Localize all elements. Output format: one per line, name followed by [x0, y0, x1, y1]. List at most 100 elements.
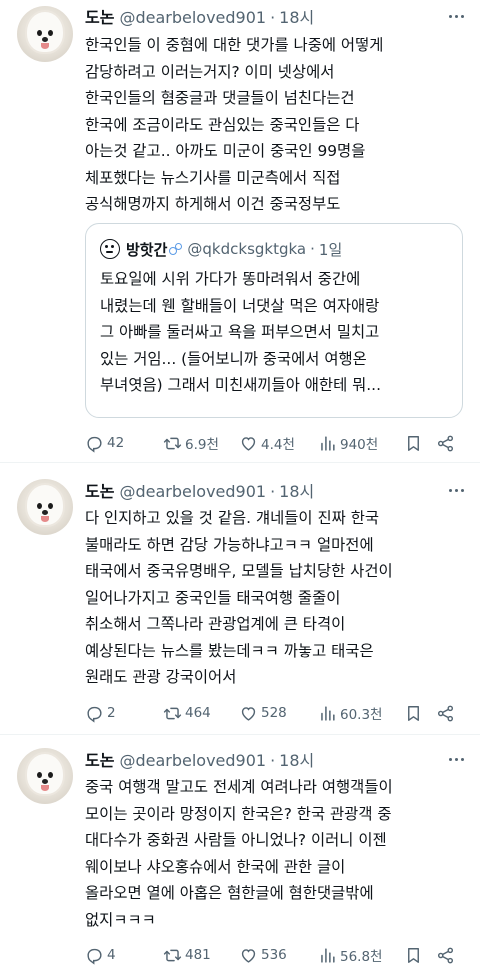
- separator: ·: [270, 482, 276, 501]
- user-handle[interactable]: @dearbeloved901: [119, 751, 266, 770]
- retweet-button[interactable]: 481: [163, 946, 239, 965]
- reply-icon: [87, 948, 102, 965]
- share-icon: [437, 947, 454, 963]
- views-button[interactable]: 60.3천: [318, 703, 404, 723]
- display-name[interactable]: 도논: [85, 478, 114, 502]
- text-line: 한국인들 이 중혐에 대한 댓가를 나중에 어떻게: [85, 36, 384, 54]
- bookmark-button[interactable]: [404, 434, 436, 453]
- text-line: 없지ㅋㅋㅋ: [85, 910, 156, 929]
- share-icon: [437, 705, 454, 721]
- views-button[interactable]: 940천: [318, 433, 404, 453]
- views-icon: [321, 947, 335, 963]
- retweet-count: 464: [185, 705, 211, 721]
- avatar[interactable]: [17, 479, 73, 535]
- text-line: 있는 거임... (들어보니까 중국에서 여행온: [100, 349, 367, 368]
- reply-count: 4: [107, 947, 116, 963]
- user-handle[interactable]: @dearbeloved901: [119, 482, 266, 501]
- avatar[interactable]: [17, 6, 73, 62]
- share-button[interactable]: [436, 704, 458, 723]
- tweet-text: 다 인지하고 있을 것 같음. 걔네들이 진짜 한국 불매라도 하면 감당 가능…: [85, 505, 470, 691]
- text-line: 태국에서 중국유명배우, 모델들 납치당한 사건이: [85, 562, 393, 580]
- like-icon: [241, 436, 256, 451]
- reply-button[interactable]: 2: [85, 704, 163, 723]
- bookmark-icon: [408, 947, 419, 963]
- reply-count: 2: [107, 705, 116, 721]
- text-line: 공식해명까지 하게해서 이건 중국정부도: [85, 195, 341, 213]
- tweet-text: 중국 여행객 말고도 전세계 여려나라 여행객들이 모이는 곳이라 망정이지 한…: [85, 774, 470, 933]
- views-count: 56.8천: [340, 949, 383, 965]
- views-button[interactable]: 56.8천: [318, 945, 404, 965]
- reply-icon: [87, 706, 102, 723]
- text-line: 체포했다는 뉴스기사를 미군측에서 직접: [85, 168, 341, 187]
- reply-count: 42: [107, 435, 125, 451]
- retweet-button[interactable]: 6.9천: [163, 433, 239, 453]
- more-icon[interactable]: [446, 6, 466, 26]
- timestamp[interactable]: 18시: [279, 4, 314, 28]
- text-line: 한국에 조금이라도 관심있는 중국인들은 다: [85, 115, 360, 134]
- like-count: 536: [261, 947, 287, 963]
- views-count: 60.3천: [340, 707, 383, 723]
- retweet-icon: [163, 707, 182, 719]
- quote-text: 토요일에 시위 가다가 똥마려워서 중간에 내렸는데 웬 할배들이 너댓살 먹은…: [100, 266, 450, 399]
- views-count: 940천: [340, 437, 379, 453]
- like-icon: [241, 706, 256, 721]
- reply-icon: [87, 436, 102, 453]
- share-button[interactable]: [436, 946, 458, 965]
- timestamp[interactable]: 18시: [279, 747, 314, 771]
- reply-button[interactable]: 42: [85, 434, 163, 453]
- tweet-text: 한국인들 이 중혐에 대한 댓가를 나중에 어떻게 감당하려고 이러는거지? 이…: [85, 32, 470, 218]
- retweet-count: 6.9천: [185, 437, 219, 453]
- text-line: 대다수가 중화권 사람들 아니었나? 이러니 이젠: [85, 831, 387, 849]
- views-icon: [321, 705, 335, 721]
- text-line: 예상된다는 뉴스를 봤는데ㅋㅋ 까놓고 태국은: [85, 641, 374, 660]
- retweet-icon: [163, 437, 182, 449]
- bubble-icon: [169, 242, 183, 256]
- quote-header: 방핫간 @qkdcksgktgka · 1일: [100, 238, 342, 260]
- tweet-header: 도논 @dearbeloved901 · 18시: [85, 747, 314, 771]
- divider: [0, 734, 480, 735]
- text-line: 일어나가지고 중국인들 태국여행 줄줄이: [85, 588, 341, 607]
- retweet-icon: [163, 949, 182, 961]
- like-button[interactable]: 536: [239, 946, 318, 965]
- bookmark-button[interactable]: [404, 704, 436, 723]
- bookmark-button[interactable]: [404, 946, 436, 965]
- tweet-header: 도논 @dearbeloved901 · 18시: [85, 478, 314, 502]
- text-line: 모이는 곳이라 망정이지 한국은? 한국 관광객 중: [85, 804, 392, 823]
- more-icon[interactable]: [446, 749, 466, 769]
- like-button[interactable]: 4.4천: [239, 433, 318, 453]
- text-line: 웨이보나 샤오홍슈에서 한국에 관한 글이: [85, 857, 346, 876]
- text-line: 토요일에 시위 가다가 똥마려워서 중간에: [100, 270, 361, 288]
- quoted-tweet[interactable]: 방핫간 @qkdcksgktgka · 1일 토요일에 시위 가다가 똥마려워서…: [85, 223, 463, 418]
- quote-avatar: [100, 239, 120, 259]
- separator: ·: [270, 751, 276, 770]
- retweet-count: 481: [185, 947, 211, 963]
- more-icon[interactable]: [446, 480, 466, 500]
- text-line: 원래도 관광 강국이어서: [85, 668, 237, 686]
- text-line: 중국 여행객 말고도 전세계 여려나라 여행객들이: [85, 778, 393, 796]
- bookmark-icon: [408, 435, 419, 451]
- timestamp[interactable]: 18시: [279, 478, 314, 502]
- avatar[interactable]: [17, 748, 73, 804]
- text-line: 불매라도 하면 감당 가능하냐고ㅋㅋ 얼마전에: [85, 535, 374, 554]
- share-icon: [437, 435, 454, 451]
- display-name[interactable]: 도논: [85, 4, 114, 28]
- tweet-actions: 4 481 536 56.8천: [85, 944, 465, 966]
- divider: [0, 462, 480, 463]
- tweet-header: 도논 @dearbeloved901 · 18시: [85, 4, 314, 28]
- separator: ·: [270, 8, 276, 27]
- quote-user-handle: @qkdcksgktgka: [187, 240, 307, 258]
- retweet-button[interactable]: 464: [163, 704, 239, 723]
- text-line: 그 아빠를 둘러싸고 욕을 퍼부으면서 밀치고: [100, 323, 380, 341]
- like-count: 528: [261, 705, 287, 721]
- text-line: 내렸는데 웬 할배들이 너댓살 먹은 여자애랑: [100, 296, 380, 315]
- reply-button[interactable]: 4: [85, 946, 163, 965]
- display-name[interactable]: 도논: [85, 747, 114, 771]
- share-button[interactable]: [436, 434, 458, 453]
- like-button[interactable]: 528: [239, 704, 318, 723]
- text-line: 부녀엿음) 그래서 미친새끼들아 애한테 뭐...: [100, 376, 381, 394]
- text-line: 취소해서 그쪽나라 관광업계에 큰 타격이: [85, 615, 346, 633]
- quote-timestamp: 1일: [318, 240, 343, 259]
- like-count: 4.4천: [261, 437, 295, 453]
- text-line: 다 인지하고 있을 것 같음. 걔네들이 진짜 한국: [85, 509, 380, 527]
- user-handle[interactable]: @dearbeloved901: [119, 8, 266, 27]
